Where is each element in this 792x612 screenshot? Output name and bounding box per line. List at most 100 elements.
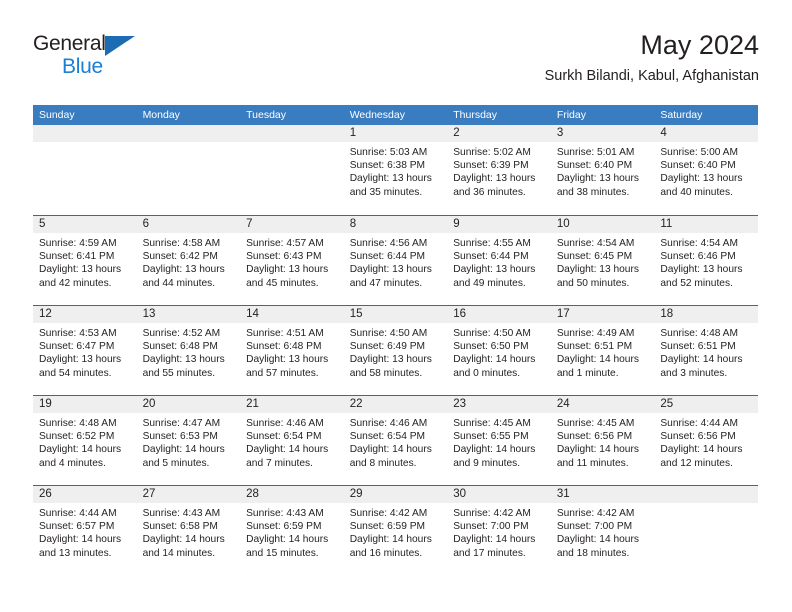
day-detail-daylight2: and 9 minutes. — [453, 457, 521, 469]
day-cell[interactable]: 24 Sunrise: 4:45 AM Sunset: 6:56 PM Dayligh… — [550, 395, 655, 485]
day-cell[interactable]: 9 Sunrise: 4:55 AM Sunset: 6:44 PM Daylight… — [447, 215, 551, 305]
day-details: Sunrise: 4:50 AM Sunset: 6:50 PM Daylight:… — [447, 323, 551, 380]
day-detail-daylight2: and 35 minutes. — [349, 186, 423, 198]
day-cell[interactable]: 15 Sunrise: 4:50 AM Sunset: 6:49 PM Dayligh… — [343, 305, 448, 395]
day-detail-daylight2: and 14 minutes. — [142, 547, 216, 559]
day-details: Sunrise: 4:46 AM Sunset: 6:54 PM Daylight:… — [240, 413, 344, 470]
day-cell[interactable]: 26 Sunrise: 4:44 AM Sunset: 6:57 PM Dayligh… — [33, 485, 137, 575]
day-number: 24 — [550, 396, 655, 413]
calendar-table: Sunday Monday Tuesday Wednesday Thursday… — [33, 105, 758, 575]
day-details: Sunrise: 5:01 AM Sunset: 6:40 PM Daylight:… — [551, 142, 655, 199]
day-cell[interactable]: 13 Sunrise: 4:52 AM Sunset: 6:48 PM Dayligh… — [136, 305, 241, 395]
day-detail-daylight1: Daylight: 13 hours — [142, 354, 225, 366]
day-cell[interactable]: 31 Sunrise: 4:42 AM Sunset: 7:00 PM Dayligh… — [550, 485, 655, 575]
day-cell[interactable]: 23 Sunrise: 4:45 AM Sunset: 6:55 PM Dayligh… — [447, 395, 551, 485]
day-detail-sunrise: Sunrise: 4:44 AM — [660, 418, 738, 429]
day-details: Sunrise: 4:54 AM Sunset: 6:45 PM Daylight:… — [551, 233, 655, 290]
calendar-cell: 8 Sunrise: 4:56 AM Sunset: 6:44 PM Daylight… — [343, 215, 448, 305]
day-details: Sunrise: 4:54 AM Sunset: 6:46 PM Daylight:… — [654, 233, 758, 290]
day-detail-daylight1: Daylight: 13 hours — [453, 173, 536, 185]
day-number: 30 — [447, 486, 551, 503]
day-detail-sunrise: Sunrise: 4:42 AM — [453, 508, 531, 519]
day-cell[interactable]: 22 Sunrise: 4:46 AM Sunset: 6:54 PM Dayligh… — [343, 395, 448, 485]
day-details: Sunrise: 5:00 AM Sunset: 6:40 PM Daylight:… — [654, 142, 758, 199]
day-detail-sunset: Sunset: 6:48 PM — [142, 341, 218, 353]
day-detail-daylight1: Daylight: 14 hours — [246, 534, 329, 546]
day-cell[interactable]: 4 Sunrise: 5:00 AM Sunset: 6:40 PM Daylight… — [654, 125, 758, 215]
day-detail-sunrise: Sunrise: 5:00 AM — [660, 147, 738, 158]
calendar-cell: 22 Sunrise: 4:46 AM Sunset: 6:54 PM Dayligh… — [343, 395, 448, 485]
calendar-page: General Blue May 2024 Surkh Bilandi, Kab… — [0, 0, 792, 612]
day-cell[interactable]: 21 Sunrise: 4:46 AM Sunset: 6:54 PM Dayligh… — [240, 395, 344, 485]
day-cell[interactable]: 18 Sunrise: 4:48 AM Sunset: 6:51 PM Dayligh… — [654, 305, 758, 395]
day-number: 15 — [343, 306, 448, 323]
day-cell[interactable]: 17 Sunrise: 4:49 AM Sunset: 6:51 PM Dayligh… — [550, 305, 655, 395]
day-detail-daylight1: Daylight: 13 hours — [453, 264, 536, 276]
day-cell[interactable]: 10 Sunrise: 4:54 AM Sunset: 6:45 PM Dayligh… — [550, 215, 655, 305]
weekday-header-friday: Friday — [550, 105, 655, 125]
day-detail-daylight2: and 4 minutes. — [39, 457, 106, 469]
day-cell[interactable]: 29 Sunrise: 4:42 AM Sunset: 6:59 PM Dayligh… — [343, 485, 448, 575]
day-details: Sunrise: 4:57 AM Sunset: 6:43 PM Daylight:… — [240, 233, 344, 290]
day-cell[interactable]: 6 Sunrise: 4:58 AM Sunset: 6:42 PM Daylight… — [136, 215, 241, 305]
day-detail-sunset: Sunset: 6:46 PM — [660, 251, 736, 263]
day-number: 18 — [654, 306, 758, 323]
day-number: 10 — [550, 216, 655, 233]
day-cell[interactable]: 30 Sunrise: 4:42 AM Sunset: 7:00 PM Dayligh… — [447, 485, 551, 575]
day-cell[interactable]: 19 Sunrise: 4:48 AM Sunset: 6:52 PM Dayligh… — [33, 395, 137, 485]
day-detail-sunrise: Sunrise: 4:50 AM — [453, 328, 531, 339]
calendar-cell: 31 Sunrise: 4:42 AM Sunset: 7:00 PM Dayligh… — [550, 485, 655, 575]
day-detail-sunrise: Sunrise: 4:48 AM — [660, 328, 738, 339]
calendar-cell: 4 Sunrise: 5:00 AM Sunset: 6:40 PM Daylight… — [654, 125, 758, 215]
day-cell[interactable]: 12 Sunrise: 4:53 AM Sunset: 6:47 PM Dayligh… — [33, 305, 137, 395]
day-detail-daylight1: Daylight: 13 hours — [39, 264, 122, 276]
day-detail-sunset: Sunset: 6:39 PM — [453, 160, 529, 172]
day-cell[interactable]: 8 Sunrise: 4:56 AM Sunset: 6:44 PM Daylight… — [343, 215, 448, 305]
day-number: 11 — [654, 216, 758, 233]
day-details: Sunrise: 4:59 AM Sunset: 6:41 PM Daylight:… — [33, 233, 137, 290]
day-cell-empty — [136, 125, 241, 215]
logo-triangle-icon — [105, 36, 135, 56]
day-detail-daylight1: Daylight: 14 hours — [246, 444, 329, 456]
calendar-cell: 14 Sunrise: 4:51 AM Sunset: 6:48 PM Dayligh… — [240, 305, 344, 395]
day-detail-sunset: Sunset: 6:42 PM — [142, 251, 218, 263]
day-detail-daylight2: and 5 minutes. — [142, 457, 210, 469]
day-details: Sunrise: 4:44 AM Sunset: 6:56 PM Daylight:… — [654, 413, 758, 470]
day-detail-sunrise: Sunrise: 4:45 AM — [556, 418, 635, 429]
day-cell[interactable]: 14 Sunrise: 4:51 AM Sunset: 6:48 PM Dayligh… — [240, 305, 344, 395]
day-cell[interactable]: 28 Sunrise: 4:43 AM Sunset: 6:59 PM Dayligh… — [240, 485, 344, 575]
day-detail-sunrise: Sunrise: 4:53 AM — [39, 328, 117, 339]
day-detail-sunrise: Sunrise: 4:56 AM — [349, 238, 428, 249]
page-subtitle: Surkh Bilandi, Kabul, Afghanistan — [544, 68, 759, 85]
day-detail-sunset: Sunset: 6:59 PM — [349, 521, 426, 533]
day-cell[interactable]: 2 Sunrise: 5:02 AM Sunset: 6:39 PM Daylight… — [447, 125, 551, 215]
day-cell[interactable]: 7 Sunrise: 4:57 AM Sunset: 6:43 PM Daylight… — [240, 215, 344, 305]
generalblue-logo[interactable]: General Blue — [33, 28, 173, 84]
day-cell[interactable]: 3 Sunrise: 5:01 AM Sunset: 6:40 PM Daylight… — [550, 125, 655, 215]
day-cell[interactable]: 20 Sunrise: 4:47 AM Sunset: 6:53 PM Dayligh… — [136, 395, 241, 485]
day-detail-sunset: Sunset: 6:50 PM — [453, 341, 529, 353]
calendar-cell: 29 Sunrise: 4:42 AM Sunset: 6:59 PM Dayligh… — [343, 485, 448, 575]
day-details: Sunrise: 4:53 AM Sunset: 6:47 PM Daylight:… — [33, 323, 137, 380]
day-detail-daylight1: Daylight: 14 hours — [453, 444, 536, 456]
day-detail-sunset: Sunset: 6:55 PM — [453, 431, 529, 443]
day-detail-sunset: Sunset: 6:44 PM — [349, 251, 426, 263]
day-number: 23 — [447, 396, 551, 413]
day-number: 6 — [136, 216, 241, 233]
day-cell[interactable]: 11 Sunrise: 4:54 AM Sunset: 6:46 PM Dayligh… — [654, 215, 758, 305]
weekday-header-monday: Monday — [136, 105, 241, 125]
day-number: 13 — [136, 306, 241, 323]
day-detail-sunrise: Sunrise: 4:49 AM — [556, 328, 635, 339]
day-cell[interactable]: 27 Sunrise: 4:43 AM Sunset: 6:58 PM Dayligh… — [136, 485, 241, 575]
calendar-week-row: 5 Sunrise: 4:59 AM Sunset: 6:41 PM Daylight… — [33, 215, 758, 305]
day-detail-daylight1: Daylight: 14 hours — [660, 444, 743, 456]
page-title: May 2024 — [640, 30, 759, 60]
day-cell[interactable]: 1 Sunrise: 5:03 AM Sunset: 6:38 PM Daylight… — [343, 125, 448, 215]
day-cell[interactable]: 5 Sunrise: 4:59 AM Sunset: 6:41 PM Daylight… — [33, 215, 137, 305]
day-detail-sunset: Sunset: 6:38 PM — [349, 160, 426, 172]
day-detail-daylight2: and 18 minutes. — [556, 547, 630, 559]
day-cell[interactable]: 16 Sunrise: 4:50 AM Sunset: 6:50 PM Dayligh… — [447, 305, 551, 395]
calendar-cell: 7 Sunrise: 4:57 AM Sunset: 6:43 PM Daylight… — [240, 215, 344, 305]
day-cell-empty — [654, 485, 758, 575]
day-cell[interactable]: 25 Sunrise: 4:44 AM Sunset: 6:56 PM Dayligh… — [654, 395, 758, 485]
